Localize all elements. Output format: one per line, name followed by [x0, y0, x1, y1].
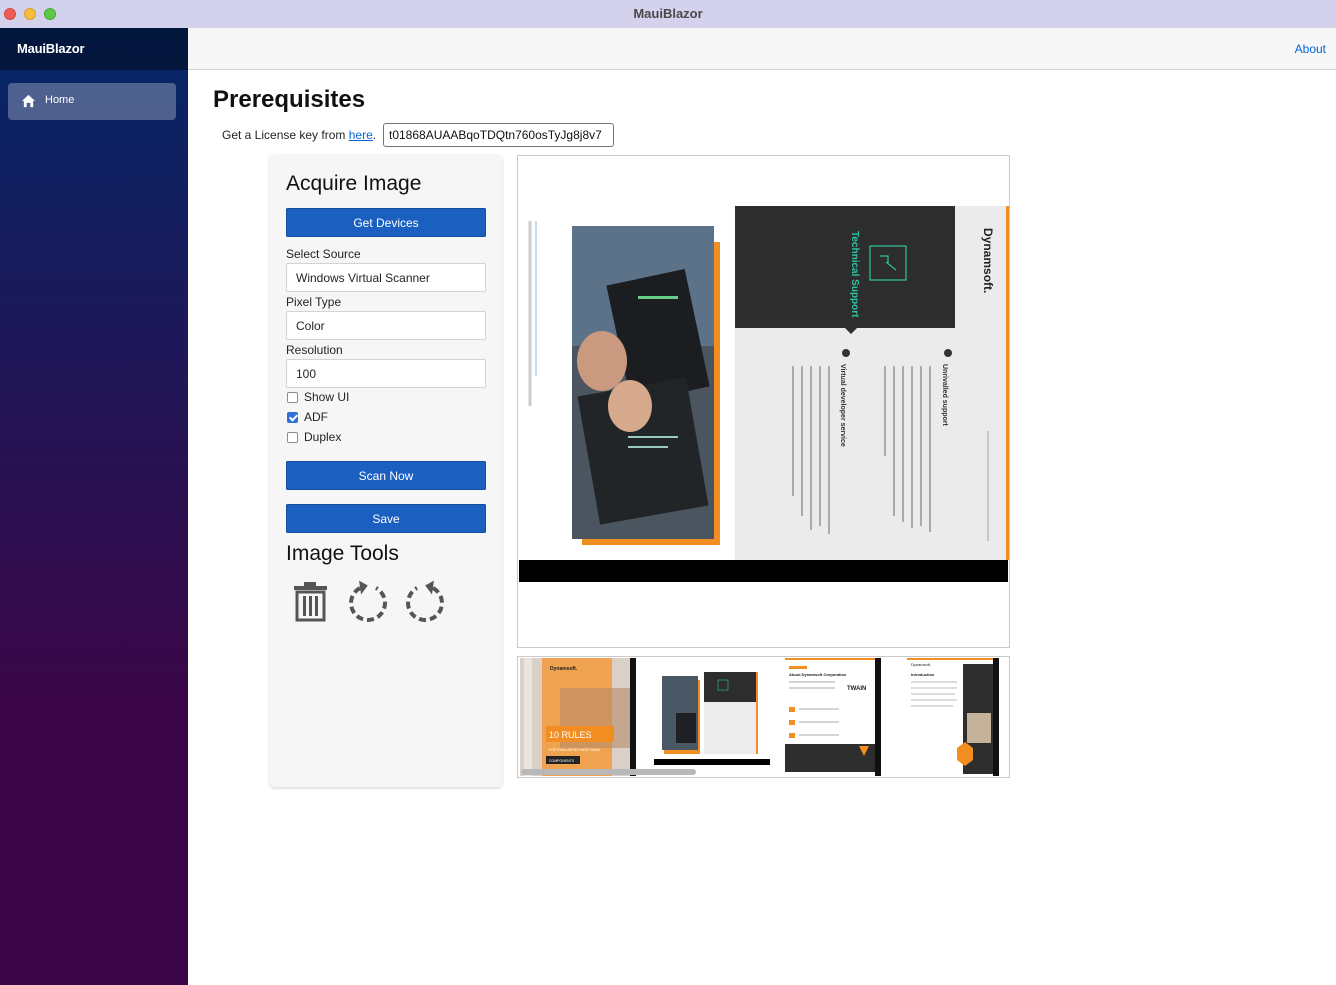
license-key-input[interactable]: [383, 123, 614, 147]
adf-checkbox[interactable]: [287, 412, 298, 423]
top-row: About: [188, 28, 1336, 70]
show-ui-label: Show UI: [304, 390, 350, 404]
license-prompt: Get a License key from here.: [222, 128, 376, 142]
pixel-type-select[interactable]: Color: [286, 311, 486, 340]
page3-twain-logo: TWAIN: [847, 686, 866, 692]
brand-name[interactable]: MauiBlazor: [17, 41, 85, 56]
section-unrivalled-title: Unrivalled support: [941, 364, 948, 427]
cover-footer: COMPONENTS: [549, 759, 575, 763]
thumbnail-scrollbar[interactable]: [521, 769, 696, 775]
section-virtual-title: Virtual developer service: [839, 364, 846, 447]
image-tools-heading: Image Tools: [286, 542, 399, 565]
source-select[interactable]: Windows Virtual Scanner: [286, 263, 486, 292]
pixel-type-label: Pixel Type: [286, 295, 342, 309]
adf-label: ADF: [304, 410, 328, 424]
license-link[interactable]: here: [349, 128, 373, 142]
resolution-input[interactable]: 100: [286, 359, 486, 388]
rotate-right-icon[interactable]: [403, 578, 447, 624]
window-title: MauiBlazor: [633, 6, 703, 21]
thumbnail-page-2[interactable]: [654, 658, 770, 776]
scanned-page-preview: Technical Support Dynamsoft. Unrivalled …: [518, 156, 1009, 647]
brand-bar: MauiBlazor: [0, 28, 188, 70]
acquire-panel: Acquire Image Get Devices Select Source …: [270, 155, 502, 787]
image-viewer[interactable]: Technical Support Dynamsoft. Unrivalled …: [517, 155, 1010, 648]
thumbnail-strip[interactable]: Dynamsoft. 10 RULES FOR EVALUATING WEB T…: [517, 656, 1010, 778]
page4-brand: Dynamsoft.: [911, 662, 931, 667]
cover-title: 10 RULES: [549, 730, 592, 740]
preview-brand: Dynamsoft.: [981, 228, 995, 293]
thumbnail-page-1[interactable]: Dynamsoft. 10 RULES FOR EVALUATING WEB T…: [520, 658, 636, 776]
duplex-checkbox[interactable]: [287, 432, 298, 443]
page3-title: About Dynamsoft Corporation: [789, 672, 847, 677]
title-bar: MauiBlazor: [0, 0, 1336, 29]
thumbnail-page-4[interactable]: Dynamsoft. Introduction: [907, 658, 1010, 776]
page4-title: Introduction: [911, 672, 935, 677]
license-prefix: Get a License key from: [222, 128, 349, 142]
cover-subtitle: FOR EVALUATING WEB TWAIN: [549, 748, 600, 752]
get-devices-button[interactable]: Get Devices: [286, 208, 486, 237]
save-button[interactable]: Save: [286, 504, 486, 533]
cover-brand: Dynamsoft.: [550, 666, 578, 672]
duplex-label: Duplex: [304, 430, 342, 444]
page-title: Prerequisites: [213, 86, 366, 113]
select-source-label: Select Source: [286, 247, 361, 261]
scan-now-button[interactable]: Scan Now: [286, 461, 486, 490]
sidebar: MauiBlazor Home: [0, 28, 188, 985]
about-link[interactable]: About: [1295, 42, 1326, 56]
resolution-label: Resolution: [286, 343, 343, 357]
rotate-left-icon[interactable]: [346, 578, 390, 624]
thumbnail-page-3[interactable]: About Dynamsoft Corporation TWAIN: [785, 658, 901, 776]
technical-support-heading: Technical Support: [849, 231, 860, 318]
sidebar-item-label: Home: [45, 94, 75, 106]
home-icon: [21, 94, 36, 108]
acquire-image-heading: Acquire Image: [286, 172, 422, 195]
sidebar-item-home[interactable]: Home: [8, 83, 176, 120]
trash-icon[interactable]: [291, 578, 331, 624]
show-ui-checkbox[interactable]: [287, 392, 298, 403]
license-suffix: .: [372, 128, 377, 142]
